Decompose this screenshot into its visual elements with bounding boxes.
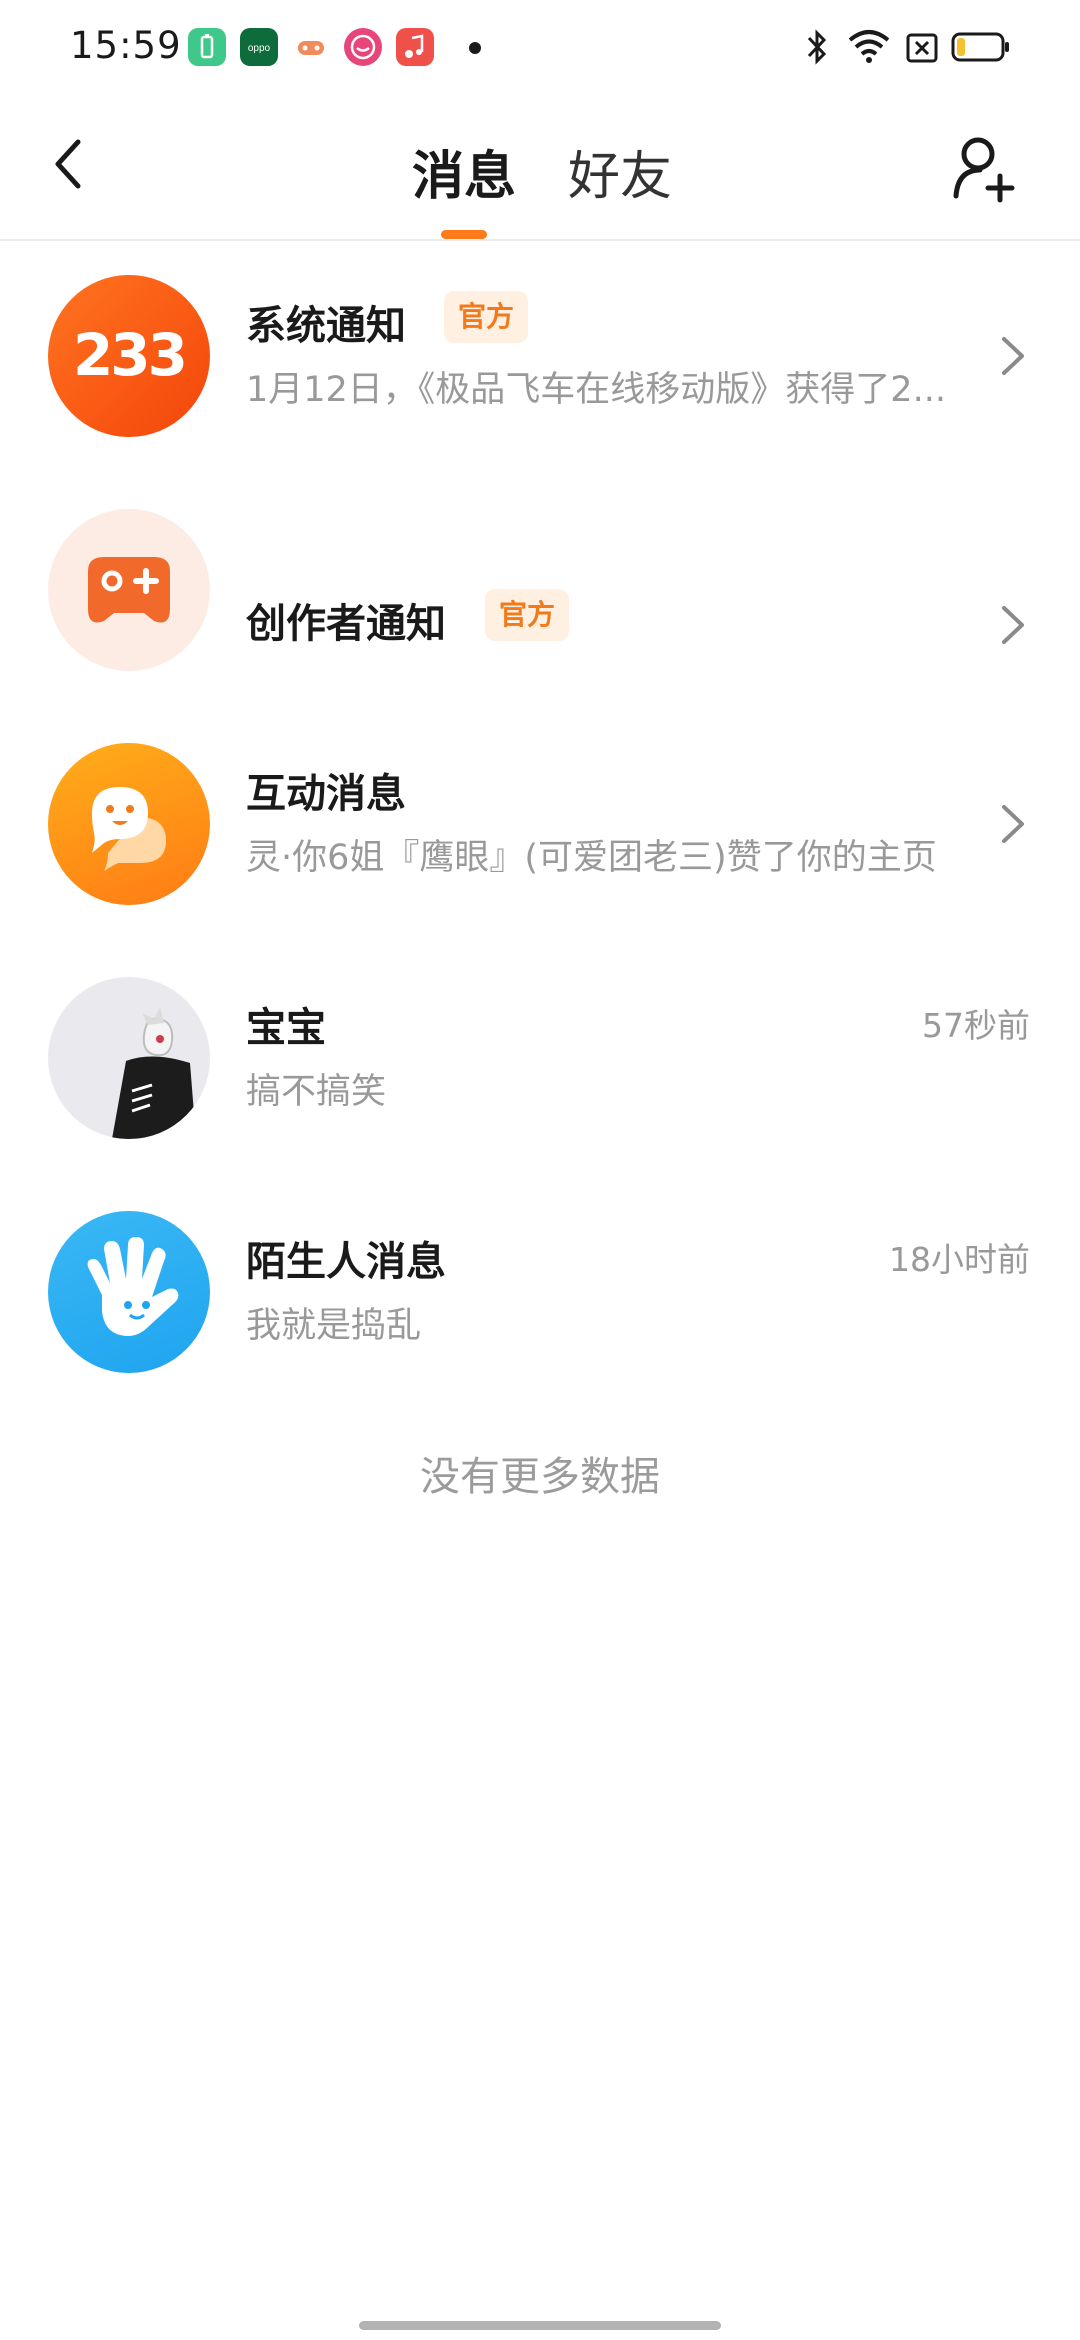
chevron-left-icon [55, 139, 81, 189]
wifi-icon [846, 26, 892, 72]
message-item-baobao[interactable]: 宝宝 57秒前 搞不搞笑 [0, 943, 1080, 1177]
chevron-right-icon [1002, 606, 1024, 644]
status-bar: 15:59 oppo [0, 0, 1080, 96]
status-time: 15:59 [70, 24, 182, 67]
game-icon [292, 28, 330, 66]
home-indicator[interactable] [359, 2321, 721, 2330]
item-preview: 我就是捣乱 [246, 1306, 422, 1346]
messages-page: 15:59 oppo 消息 好友 233 系统通知 官方 1月12日，《极品飞车… [0, 0, 1080, 2340]
music-note-icon [396, 28, 434, 66]
item-time: 18小时前 [889, 1240, 1030, 1279]
battery-icon [951, 26, 1011, 72]
message-item-system[interactable]: 233 系统通知 官方 1月12日，《极品飞车在线移动版》获得了2... [0, 241, 1080, 475]
no-more-data-text: 没有更多数据 [420, 1454, 660, 1500]
item-title: 创作者通知 [246, 601, 446, 647]
item-title: 系统通知 [246, 303, 406, 349]
user-avatar [48, 977, 210, 1139]
svg-text:oppo: oppo [248, 43, 271, 54]
add-friend-button[interactable] [950, 134, 1020, 204]
add-user-icon [953, 137, 1015, 203]
waving-hand-icon [48, 1211, 210, 1373]
item-preview: 1月12日，《极品飞车在线移动版》获得了2... [246, 370, 946, 410]
back-button[interactable] [40, 134, 100, 194]
header: 消息 好友 [0, 96, 1080, 241]
svg-text:233: 233 [73, 321, 185, 389]
item-preview: 灵·你6姐『鹰眼』(可爱团老三)赞了你的主页 [246, 838, 937, 878]
bluetooth-icon [802, 26, 832, 72]
battery-saver-icon [188, 28, 226, 66]
233-logo-icon: 233 [48, 275, 210, 437]
official-badge: 官方 [485, 589, 570, 641]
item-preview: 搞不搞笑 [246, 1072, 387, 1112]
chevron-right-icon [1002, 805, 1024, 843]
item-title: 陌生人消息 [246, 1239, 446, 1285]
message-item-interaction[interactable]: 互动消息 灵·你6姐『鹰眼』(可爱团老三)赞了你的主页 [0, 709, 1080, 943]
chat-bubble-icon [48, 743, 210, 905]
tab-messages[interactable]: 消息 [412, 134, 516, 209]
gamepad-icon [48, 509, 210, 671]
tab-friends[interactable]: 好友 [568, 134, 672, 209]
oppo-app-icon: oppo [240, 28, 278, 66]
chevron-right-icon [1002, 337, 1024, 375]
message-item-creator[interactable]: 创作者通知 官方 [0, 475, 1080, 709]
sim-off-icon [904, 26, 940, 72]
item-title: 互动消息 [246, 771, 406, 817]
official-badge: 官方 [444, 291, 529, 343]
item-title: 宝宝 [246, 1005, 326, 1051]
message-item-stranger[interactable]: 陌生人消息 18小时前 我就是捣乱 [0, 1177, 1080, 1411]
item-time: 57秒前 [922, 1006, 1030, 1045]
more-notifications-dot [469, 42, 481, 54]
music-face-icon [344, 28, 382, 66]
active-tab-indicator [441, 230, 487, 239]
